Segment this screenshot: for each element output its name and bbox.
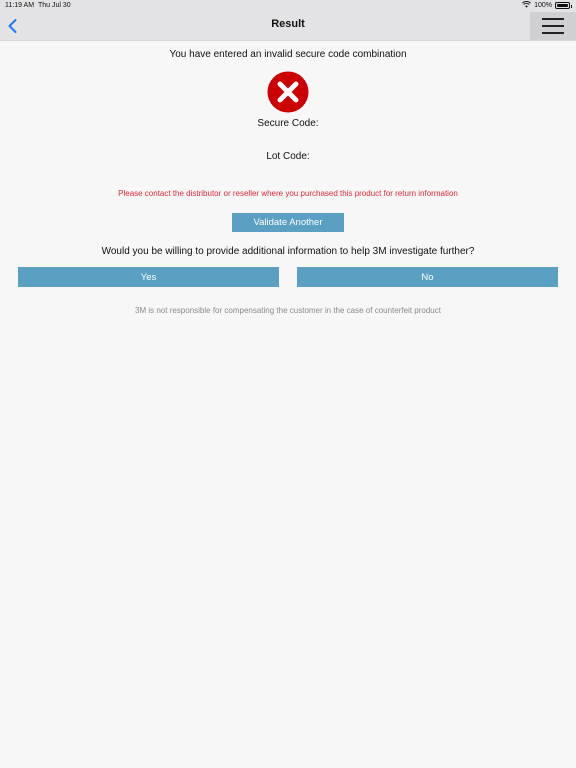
battery-icon bbox=[555, 2, 572, 9]
investigation-question: Would you be willing to provide addition… bbox=[101, 246, 475, 257]
no-button[interactable]: No bbox=[297, 267, 558, 287]
hamburger-menu-line bbox=[542, 32, 564, 34]
yes-button[interactable]: Yes bbox=[18, 267, 279, 287]
secure-code-label: Secure Code: bbox=[257, 118, 319, 129]
status-time: 11:19 AM bbox=[5, 2, 35, 9]
error-x-icon bbox=[267, 71, 309, 113]
battery-percent: 100% bbox=[534, 2, 552, 9]
validate-another-button[interactable]: Validate Another bbox=[232, 213, 344, 232]
hamburger-menu-line bbox=[542, 25, 564, 27]
hamburger-menu-icon bbox=[542, 18, 564, 20]
navigation-bar: Result bbox=[0, 12, 576, 41]
contact-distributor-message: Please contact the distributor or resell… bbox=[118, 189, 458, 198]
status-bar: 11:19 AM Thu Jul 30 100% bbox=[0, 0, 576, 12]
wifi-icon bbox=[522, 1, 532, 10]
lot-code-label: Lot Code: bbox=[266, 151, 310, 162]
disclaimer-text: 3M is not responsible for compensating t… bbox=[135, 306, 441, 315]
status-date: Thu Jul 30 bbox=[38, 2, 71, 9]
page-title: Result bbox=[271, 18, 305, 30]
menu-button[interactable] bbox=[530, 12, 576, 40]
result-headline: You have entered an invalid secure code … bbox=[169, 49, 407, 60]
status-indicators: 100% bbox=[522, 1, 572, 10]
battery-fill bbox=[557, 4, 568, 7]
